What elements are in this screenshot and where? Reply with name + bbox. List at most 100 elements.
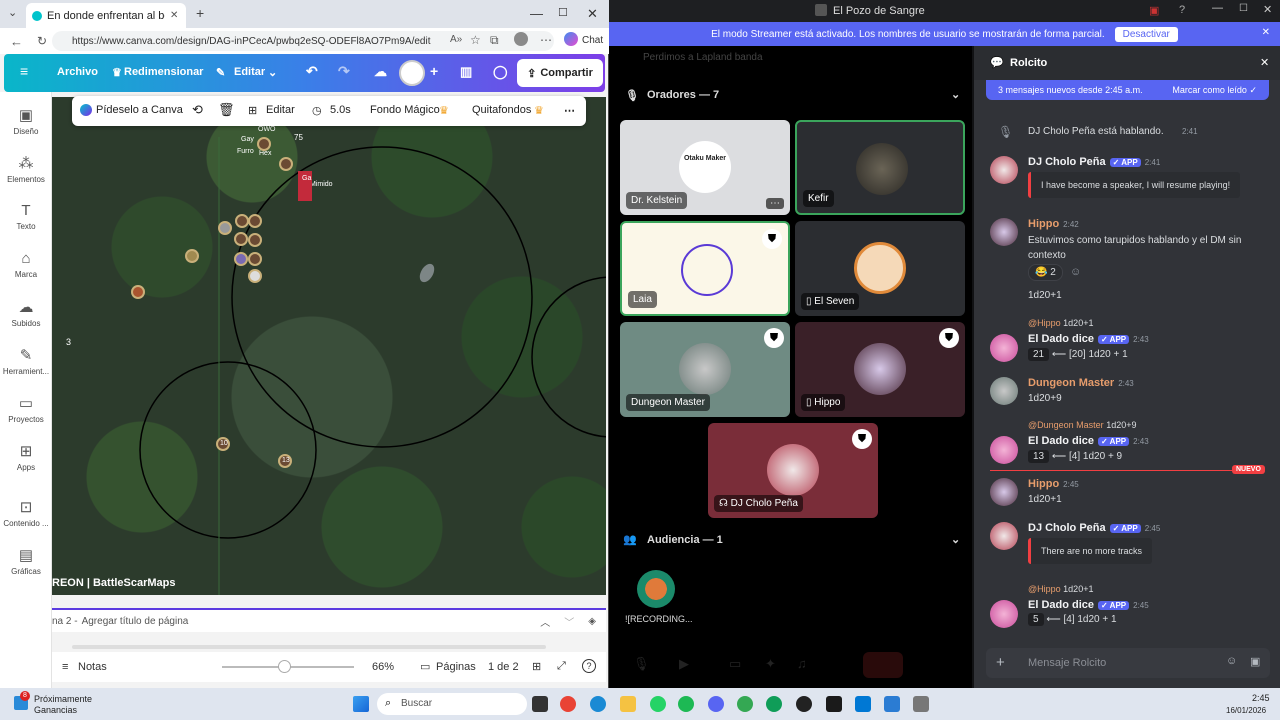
speaker-tile[interactable]: Otaku Maker Dr. Kelstein ⋯ bbox=[620, 120, 790, 215]
fullscreen-icon[interactable]: ⤢ bbox=[557, 660, 566, 673]
spotify-icon[interactable] bbox=[678, 696, 694, 712]
minimize-icon[interactable]: — bbox=[530, 6, 543, 21]
obs-icon[interactable] bbox=[796, 696, 812, 712]
pages-button[interactable]: Páginas bbox=[436, 661, 476, 673]
speaker-tile[interactable]: Kefir bbox=[795, 120, 965, 215]
extensions-icon[interactable]: ⧉ bbox=[490, 33, 499, 48]
message-author[interactable]: El Dado dice ✓ APP 2:45 bbox=[1028, 599, 1149, 611]
start-button[interactable] bbox=[353, 696, 369, 712]
tile-more-icon[interactable]: ⋯ bbox=[766, 198, 784, 209]
chat-close-icon[interactable]: ✕ bbox=[1260, 56, 1269, 69]
message-author[interactable]: DJ Cholo Peña ✓ APP 2:41 bbox=[1028, 156, 1160, 168]
mark-read-wrap[interactable]: Marcar como leído ✓ bbox=[1172, 85, 1257, 96]
sidebar-item-elementos[interactable]: ⁂ Elementos bbox=[0, 154, 52, 184]
add-collaborator-icon[interactable]: + bbox=[430, 63, 438, 79]
more-menu-icon[interactable]: ⋯ bbox=[540, 33, 552, 47]
help-icon[interactable]: ? bbox=[582, 659, 596, 673]
gif-image-icon[interactable]: ▣ bbox=[1250, 655, 1260, 668]
screen-share-icon[interactable]: ▭ bbox=[729, 656, 741, 672]
grid-view-icon[interactable]: ⊞ bbox=[532, 660, 541, 673]
leave-stage-button[interactable] bbox=[863, 652, 903, 678]
sidebar-item-graficas[interactable]: ▤ Gráficas bbox=[0, 546, 52, 576]
reply-preview[interactable]: @Dungeon Master 1d20+9 bbox=[1028, 420, 1137, 430]
sidebar-item-subidos[interactable]: ☁ Subidos bbox=[0, 298, 52, 328]
attach-plus-icon[interactable]: + bbox=[996, 654, 1005, 671]
chat-label[interactable]: Chat bbox=[582, 35, 603, 46]
avatar[interactable] bbox=[990, 436, 1018, 464]
share-button[interactable]: ⇪ Compartir bbox=[517, 59, 603, 87]
calculator-icon[interactable] bbox=[913, 696, 929, 712]
background-remover-button[interactable]: Quitafondos bbox=[472, 104, 531, 116]
avatar[interactable] bbox=[990, 600, 1018, 628]
player-token[interactable] bbox=[248, 233, 262, 247]
speaker-tile[interactable]: ▯ El Seven bbox=[795, 221, 965, 316]
audience-avatar[interactable] bbox=[637, 570, 675, 608]
new-messages-bar[interactable]: 3 mensajes nuevos desde 2:45 a.m. Marcar… bbox=[986, 80, 1269, 100]
file-explorer-icon[interactable] bbox=[620, 696, 636, 712]
avatar[interactable] bbox=[990, 478, 1018, 506]
page-down-icon[interactable]: ﹀ bbox=[564, 614, 574, 629]
close-window-icon[interactable]: ✕ bbox=[587, 6, 598, 22]
sidebar-item-marca[interactable]: ⌂ Marca bbox=[0, 250, 52, 279]
browser-tab[interactable]: En donde enfrentan al boss y al cr ✕ bbox=[26, 3, 186, 28]
speaker-tile[interactable]: ⛊ Dungeon Master bbox=[620, 322, 790, 417]
delete-icon[interactable]: 🗑 bbox=[218, 102, 235, 118]
menu-redimensionar[interactable]: Redimensionar bbox=[124, 66, 203, 78]
edge-icon[interactable] bbox=[590, 696, 606, 712]
reply-preview[interactable]: @Hippo 1d20+1 bbox=[1028, 584, 1093, 594]
editar-chevron-icon[interactable]: ⌄ bbox=[268, 66, 277, 79]
more-options-icon[interactable]: ⋯ bbox=[564, 104, 575, 117]
activity-icon[interactable]: ✦ bbox=[765, 656, 776, 672]
insights-chart-icon[interactable]: ▥ bbox=[460, 64, 472, 80]
sidebar-item-apps[interactable]: ⊞ Apps bbox=[0, 442, 52, 472]
speakers-collapse-icon[interactable]: ⌄ bbox=[951, 88, 960, 101]
avatar[interactable] bbox=[990, 377, 1018, 405]
hide-page-icon[interactable]: ◈ bbox=[588, 616, 596, 627]
chrome-icon[interactable] bbox=[560, 696, 576, 712]
player-token[interactable] bbox=[185, 249, 199, 263]
audience-collapse-icon[interactable]: ⌄ bbox=[951, 533, 960, 546]
page-up-icon[interactable]: ︿ bbox=[540, 614, 550, 629]
message-author[interactable]: Dungeon Master 2:43 bbox=[1028, 377, 1134, 389]
zoom-slider-handle[interactable] bbox=[278, 660, 291, 673]
menu-editar[interactable]: Editar bbox=[234, 66, 265, 78]
banner-close-icon[interactable]: ✕ bbox=[1262, 27, 1270, 38]
message-author[interactable]: El Dado dice ✓ APP 2:43 bbox=[1028, 333, 1149, 345]
zoom-level[interactable]: 66% bbox=[372, 661, 394, 673]
reload-icon[interactable]: ↻ bbox=[37, 34, 47, 48]
player-token[interactable] bbox=[235, 214, 249, 228]
store-icon[interactable] bbox=[855, 696, 871, 712]
chrome-profile-icon[interactable] bbox=[737, 696, 753, 712]
chrome-profile-icon[interactable] bbox=[766, 696, 782, 712]
reply-preview[interactable]: @Hippo 1d20+1 bbox=[1028, 318, 1093, 328]
notes-button[interactable]: Notas bbox=[78, 661, 107, 673]
player-token[interactable] bbox=[257, 137, 271, 151]
tab-list-chevron-icon[interactable]: ⌄ bbox=[8, 6, 17, 19]
discord-minimize-icon[interactable]: — bbox=[1212, 2, 1223, 14]
player-token[interactable] bbox=[234, 252, 248, 266]
maximize-icon[interactable]: ☐ bbox=[558, 6, 568, 19]
player-token[interactable] bbox=[234, 232, 248, 246]
sidebar-item-herramientas[interactable]: ✎ Herramient... bbox=[0, 346, 52, 376]
collaborator-avatar[interactable] bbox=[399, 60, 425, 86]
message-input[interactable]: + Mensaje Rolcito ☺ ▣ bbox=[986, 648, 1270, 678]
message-author[interactable]: DJ Cholo Peña ✓ APP 2:45 bbox=[1028, 522, 1160, 534]
reaction-chip[interactable]: 😂 2 bbox=[1028, 264, 1063, 281]
profile-avatar[interactable] bbox=[514, 32, 528, 46]
favorite-star-icon[interactable]: ☆ bbox=[470, 33, 481, 47]
tab-close-icon[interactable]: ✕ bbox=[170, 10, 178, 21]
mute-icon[interactable]: 🎙 bbox=[633, 656, 650, 672]
comments-icon[interactable]: ◯ bbox=[493, 64, 508, 80]
player-token[interactable] bbox=[248, 269, 262, 283]
emoji-icon[interactable]: ☺ bbox=[1226, 655, 1237, 667]
duration-button[interactable]: 5.0s bbox=[330, 104, 351, 116]
avatar[interactable] bbox=[990, 522, 1018, 550]
inbox-icon[interactable]: ▣ bbox=[1149, 4, 1159, 17]
soundboard-icon[interactable]: ♫ bbox=[797, 656, 807, 671]
battle-map-canvas[interactable]: OWO Gay Furro Hex 75 Mimido Ga 3 10 13 R… bbox=[52, 97, 606, 595]
speaker-tile[interactable]: ⛊ ☊ DJ Cholo Peña bbox=[708, 423, 878, 518]
new-tab-icon[interactable]: + bbox=[196, 5, 204, 21]
sidebar-item-diseno[interactable]: ▣ Diseño bbox=[0, 106, 52, 136]
discord-maximize-icon[interactable]: ☐ bbox=[1239, 3, 1248, 14]
edit-image-button[interactable]: Editar bbox=[266, 104, 295, 116]
